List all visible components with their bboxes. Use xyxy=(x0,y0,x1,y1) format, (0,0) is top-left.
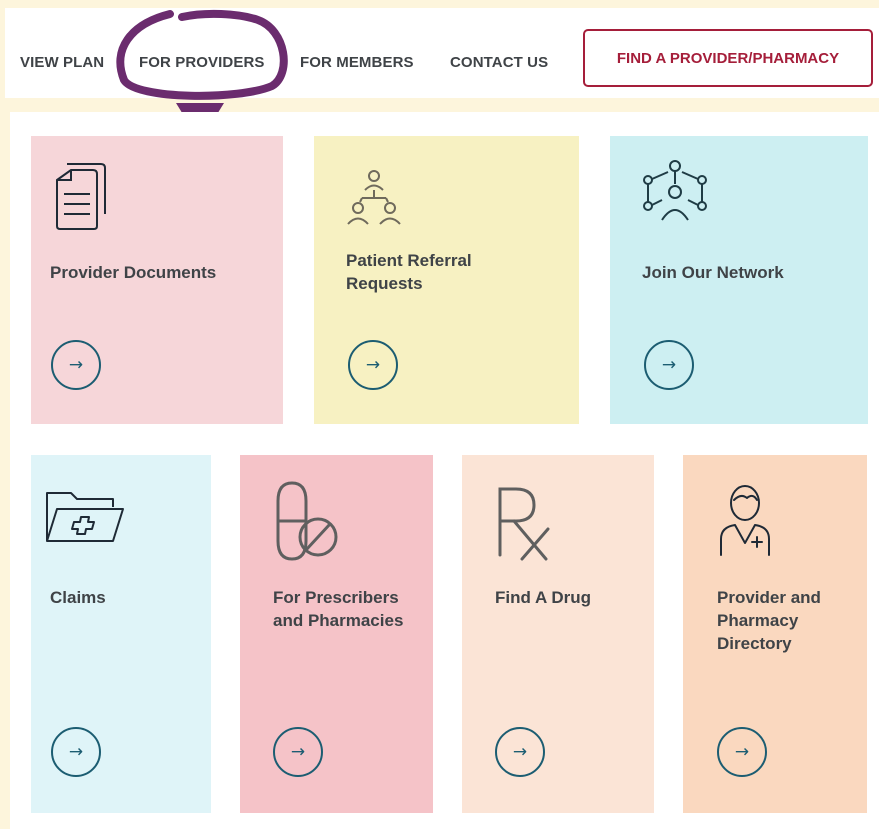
card-title: Find A Drug xyxy=(495,588,591,607)
documents-icon xyxy=(56,163,106,230)
card-join-our-network[interactable]: Join Our Network → xyxy=(610,136,868,424)
card-provider-and-pharmacy-directory[interactable]: Provider and Pharmacy Directory → xyxy=(683,455,867,813)
rx-icon xyxy=(498,487,550,561)
referral-people-icon xyxy=(347,170,401,225)
find-provider-pharmacy-button[interactable]: FIND A PROVIDER/PHARMACY xyxy=(583,29,873,87)
nav-contact-us[interactable]: CONTACT US xyxy=(450,54,548,71)
folder-plus-icon xyxy=(46,492,124,542)
card-provider-documents[interactable]: Provider Documents → xyxy=(31,136,283,424)
card-title: Claims xyxy=(50,588,106,607)
nav-for-members[interactable]: FOR MEMBERS xyxy=(300,54,414,71)
card-title: Provider and Pharmacy Directory xyxy=(717,588,821,653)
card-patient-referral-requests[interactable]: Patient Referral Requests → xyxy=(314,136,579,424)
doctor-icon xyxy=(720,485,770,556)
top-navigation: VIEW PLAN FOR PROVIDERS FOR MEMBERS CONT… xyxy=(5,8,879,98)
nav-for-providers[interactable]: FOR PROVIDERS xyxy=(139,54,264,71)
card-title: For Prescribers and Pharmacies xyxy=(273,588,404,630)
card-arrow-button[interactable]: → xyxy=(273,727,323,777)
card-arrow-button[interactable]: → xyxy=(495,727,545,777)
card-title: Patient Referral Requests xyxy=(346,251,472,293)
card-arrow-button[interactable]: → xyxy=(51,340,101,390)
network-icon xyxy=(643,160,707,221)
card-title: Provider Documents xyxy=(50,263,217,282)
card-title: Join Our Network xyxy=(642,263,784,282)
card-for-prescribers-and-pharmacies[interactable]: For Prescribers and Pharmacies → xyxy=(240,455,433,813)
pill-block-icon xyxy=(276,481,338,561)
card-arrow-button[interactable]: → xyxy=(717,727,767,777)
card-claims[interactable]: Claims → xyxy=(31,455,211,813)
card-arrow-button[interactable]: → xyxy=(51,727,101,777)
nav-view-plan[interactable]: VIEW PLAN xyxy=(20,54,104,71)
card-arrow-button[interactable]: → xyxy=(348,340,398,390)
card-arrow-button[interactable]: → xyxy=(644,340,694,390)
card-find-a-drug[interactable]: Find A Drug → xyxy=(462,455,654,813)
